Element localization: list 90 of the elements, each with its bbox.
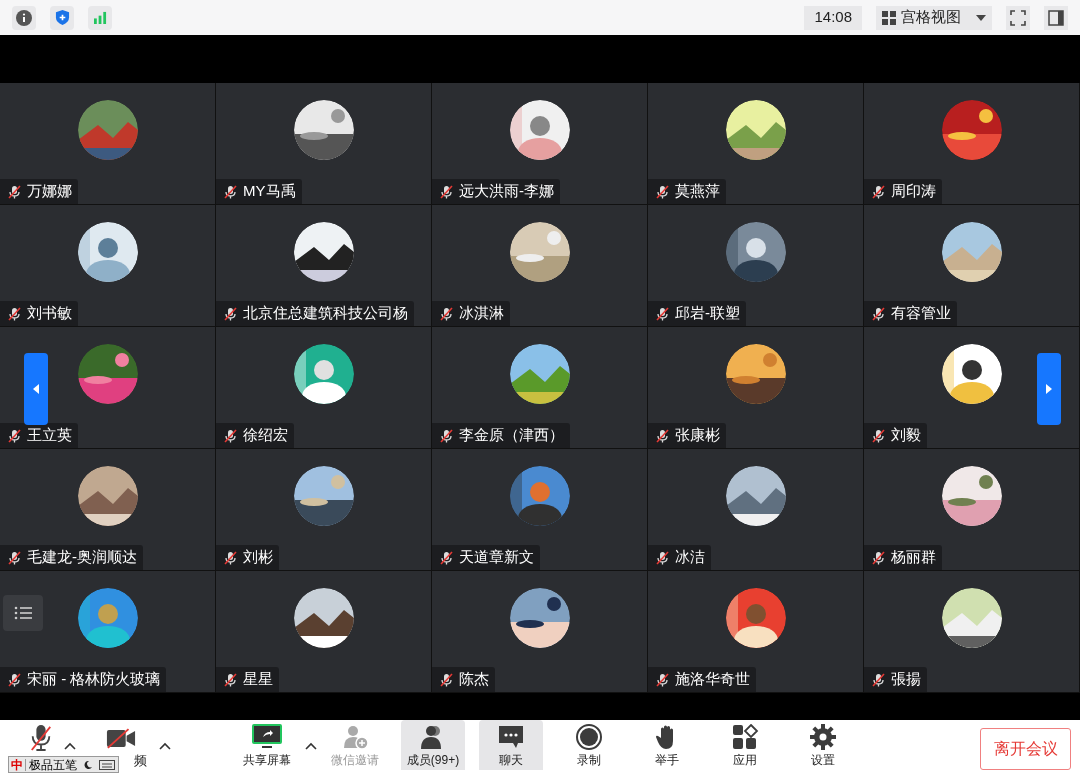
participant-name: 杨丽群: [891, 547, 936, 568]
fullscreen-icon: [1010, 9, 1026, 26]
muted-mic-icon: [870, 549, 886, 566]
toolbar-button[interactable]: 成员(99+): [401, 720, 465, 770]
toolbar-button[interactable]: 聊天: [479, 720, 543, 770]
toolbar-button[interactable]: 设置: [791, 720, 855, 770]
muted-mic-icon: [6, 183, 22, 200]
toolbar-button[interactable]: 共享屏幕: [235, 720, 299, 770]
toolbar-button[interactable]: 应用: [713, 720, 777, 770]
participant-name: 施洛华奇世: [675, 669, 750, 690]
dropdown-icon: [976, 14, 986, 21]
caret-icon[interactable]: [64, 742, 76, 750]
participant-name: 冰洁: [675, 547, 705, 568]
list-button[interactable]: [3, 595, 43, 631]
muted-mic-icon: [222, 427, 238, 444]
security-button[interactable]: [50, 5, 74, 30]
info-button[interactable]: [12, 5, 36, 30]
keyboard-icon: [99, 759, 115, 770]
muted-mic-icon: [870, 305, 886, 322]
muted-mic-icon: [222, 183, 238, 200]
muted-mic-icon: [29, 724, 53, 752]
sidebar-icon: [1048, 9, 1064, 26]
muted-mic-icon: [6, 427, 22, 444]
muted-mic-icon: [222, 671, 238, 688]
chat-icon: [496, 724, 526, 750]
muted-mic-icon: [870, 427, 886, 444]
muted-mic-icon: [654, 549, 670, 566]
participant-name: 李金原（津西）: [459, 425, 564, 446]
participant-name: 張揚: [891, 669, 921, 690]
share-screen-icon: [252, 724, 282, 750]
video-off-icon[interactable]: [105, 728, 136, 749]
shield-icon: [54, 9, 70, 26]
info-icon: [16, 9, 32, 26]
muted-mic-icon: [654, 183, 670, 200]
caret-icon[interactable]: [305, 742, 317, 750]
settings-icon: [808, 724, 838, 750]
participant-name: 邱岩-联塑: [675, 303, 740, 324]
apps-icon: [730, 724, 760, 750]
participant-name: 刘毅: [891, 425, 921, 446]
muted-mic-icon: [438, 671, 454, 688]
participant-name: 宋丽 - 格林防火玻璃: [27, 669, 161, 690]
participant-name: 北京住总建筑科技公司杨: [243, 303, 408, 324]
moon-icon: [83, 759, 93, 770]
toolbar-button[interactable]: 录制: [557, 720, 621, 770]
participant-name: 星星: [243, 669, 273, 690]
view-dropdown[interactable]: 宫格视图: [876, 5, 992, 30]
muted-mic-icon: [222, 305, 238, 322]
muted-mic-icon: [654, 305, 670, 322]
right-arrow-icon: [1046, 384, 1052, 394]
list-icon: [14, 606, 32, 620]
left-arrow-icon: [33, 384, 39, 394]
participant-name: 陈杰: [459, 669, 489, 690]
caret-icon[interactable]: [159, 742, 171, 750]
video-label: 频: [134, 752, 147, 770]
participant-name: 周印涛: [891, 181, 936, 202]
sidebar-button[interactable]: [1044, 5, 1068, 30]
leave-meeting-button[interactable]: 离开会议: [980, 728, 1071, 770]
fullscreen-button[interactable]: [1006, 5, 1030, 30]
record-icon: [574, 724, 604, 750]
signal-icon: [92, 11, 108, 24]
muted-mic-icon: [654, 427, 670, 444]
muted-mic-icon: [438, 549, 454, 566]
muted-mic-icon: [438, 183, 454, 200]
participant-name: 天道章新文: [459, 547, 534, 568]
muted-mic-icon: [6, 305, 22, 322]
participant-name: 王立英: [27, 425, 72, 446]
muted-mic-icon: [654, 671, 670, 688]
grid-icon: [882, 10, 896, 25]
participant-name: 刘书敏: [27, 303, 72, 324]
participant-name: MY马禹: [243, 181, 296, 202]
participant-name: 莫燕萍: [675, 181, 720, 202]
input-method-name: 极品五笔: [25, 758, 80, 771]
participant-name: 远大洪雨-李娜: [459, 181, 554, 202]
muted-mic-icon: [222, 549, 238, 566]
participant-name: 刘彬: [243, 547, 273, 568]
muted-mic-icon: [870, 671, 886, 688]
participant-name: 有容管业: [891, 303, 951, 324]
muted-mic-icon: [870, 183, 886, 200]
muted-mic-icon: [438, 305, 454, 322]
muted-mic-icon: [6, 671, 22, 688]
participant-name: 万娜娜: [27, 181, 72, 202]
muted-mic-icon: [6, 549, 22, 566]
participant-name: 毛建龙-奥润顺达: [27, 547, 137, 568]
muted-mic-icon: [438, 427, 454, 444]
toolbar-button[interactable]: 举手: [635, 720, 699, 770]
input-mode-label: 中: [10, 758, 24, 771]
participant-name: 张康彬: [675, 425, 720, 446]
participant-name: 徐绍宏: [243, 425, 288, 446]
participant-name: 冰淇淋: [459, 303, 504, 324]
meeting-time: 14:08: [804, 5, 862, 30]
